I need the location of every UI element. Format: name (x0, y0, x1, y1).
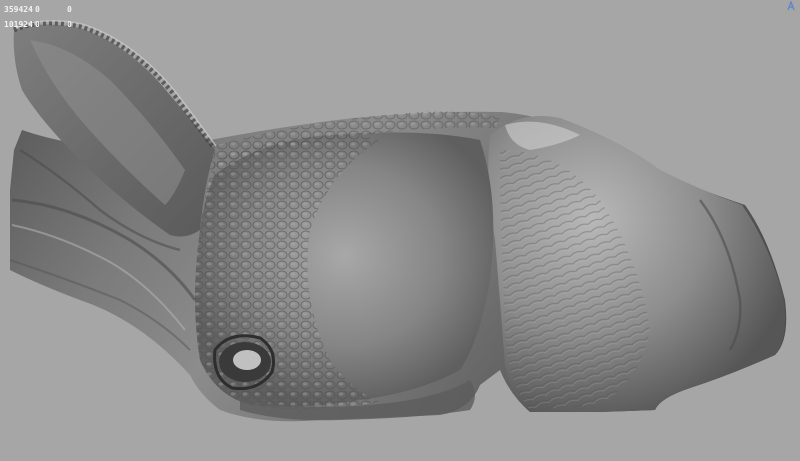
3d-viewport[interactable]: 359424 0 0 101924 0 0 (0, 0, 800, 461)
stat-row: 359424 0 0 (4, 2, 87, 17)
stat-value: 0 (35, 20, 40, 29)
stat-row: 101924 0 0 (4, 17, 87, 32)
nostril-inner (233, 350, 261, 370)
stat-value: 0 (67, 20, 72, 29)
view-axis-icon[interactable] (786, 1, 796, 11)
stat-value: 359424 (4, 5, 33, 14)
stat-value: 0 (67, 5, 72, 14)
poly-count-overlay: 359424 0 0 101924 0 0 (4, 2, 87, 32)
stat-value: 101924 (4, 20, 33, 29)
sculpted-mesh[interactable] (0, 0, 800, 461)
stat-value: 0 (35, 5, 40, 14)
